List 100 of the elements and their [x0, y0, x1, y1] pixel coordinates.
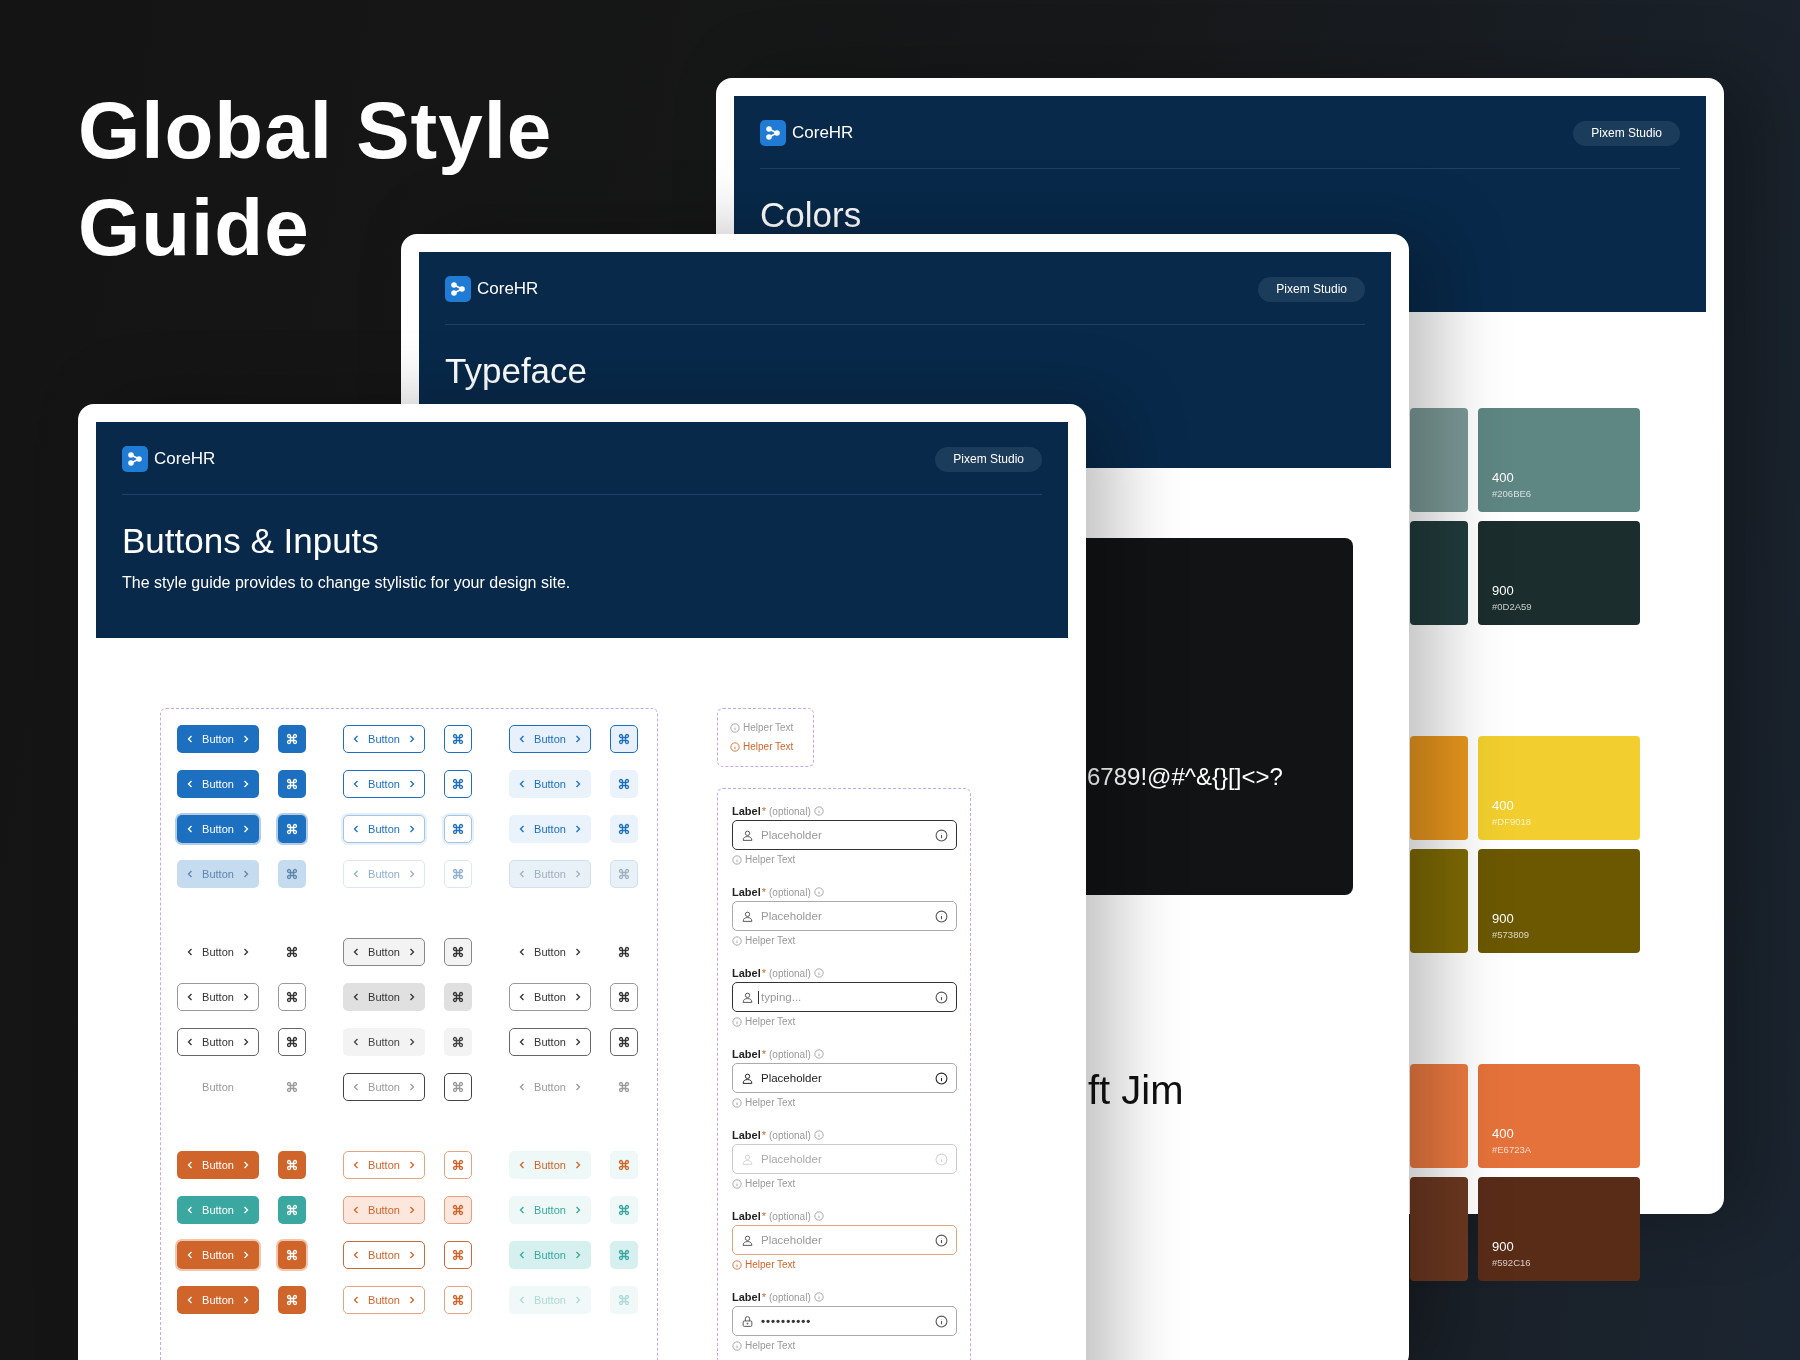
optional-hint: (optional) [769, 967, 811, 979]
chevron-right-icon [573, 870, 582, 878]
button[interactable]: Button [177, 815, 259, 843]
input-field[interactable]: Placeholder [732, 1063, 957, 1093]
chevron-left-icon [352, 948, 361, 956]
button[interactable]: Button [177, 1241, 259, 1269]
info-icon [935, 909, 948, 923]
button[interactable]: Button [343, 1241, 425, 1269]
chevron-right-icon [573, 780, 582, 788]
command-icon [286, 1036, 298, 1048]
page-title: Typeface [445, 350, 589, 392]
command-icon [618, 1204, 630, 1216]
chevron-left-icon [518, 1161, 527, 1169]
brand-name: CoreHR [477, 279, 539, 299]
button[interactable]: Button [509, 1196, 591, 1224]
command-icon [286, 991, 298, 1003]
icon-button[interactable] [444, 983, 472, 1011]
input-field[interactable]: Placeholder [732, 901, 957, 931]
info-icon [730, 742, 740, 752]
button[interactable]: Button [177, 1196, 259, 1224]
chevron-right-icon [573, 1161, 582, 1169]
input-field[interactable]: Placeholder [732, 820, 957, 850]
command-icon [286, 1159, 298, 1171]
chevron-right-icon [407, 948, 416, 956]
swatch-hex: #573809 [1492, 929, 1530, 940]
button[interactable]: Button [343, 1028, 425, 1056]
button[interactable]: Button [177, 725, 259, 753]
optional-hint: (optional) [769, 805, 811, 817]
info-icon [935, 1233, 948, 1247]
button[interactable]: Button [509, 725, 591, 753]
chevron-right-icon [241, 1161, 250, 1169]
required-mark: * [761, 1048, 766, 1060]
button[interactable]: Button [343, 938, 425, 966]
command-icon [286, 868, 298, 880]
chevron-left-icon [186, 1161, 195, 1169]
field-label: Label [732, 1129, 761, 1141]
swatch-shade: 400 [1492, 1126, 1515, 1141]
command-icon [618, 1081, 630, 1093]
chevron-left-icon [352, 1161, 361, 1169]
button[interactable]: Button [343, 1151, 425, 1179]
chevron-right-icon [573, 1038, 582, 1046]
button[interactable]: Button [177, 1151, 259, 1179]
button[interactable]: Button [343, 725, 425, 753]
logo-icon [122, 446, 148, 472]
input-field[interactable]: Placeholder [732, 1225, 957, 1255]
field-label: Label [732, 805, 761, 817]
brand-name: CoreHR [154, 449, 216, 469]
chevron-left-icon [186, 948, 195, 956]
icon-button[interactable] [610, 983, 638, 1011]
chevron-left-icon [518, 1251, 527, 1259]
icon-button[interactable] [444, 1028, 472, 1056]
swatch-shade: 900 [1492, 1239, 1515, 1254]
button[interactable]: Button [509, 815, 591, 843]
icon-button[interactable] [610, 1028, 638, 1056]
swatch-hex: #0D2A59 [1492, 601, 1533, 612]
field-label: Label [732, 967, 761, 979]
command-icon [286, 946, 298, 958]
chevron-right-icon [407, 780, 416, 788]
command-icon [618, 778, 630, 790]
button[interactable]: Button [343, 1286, 425, 1314]
input-field[interactable]: •••••••••• [732, 1306, 957, 1336]
page-description: The style guide provides to change stylistic for your design site. [122, 573, 572, 593]
button[interactable]: Button [509, 1151, 591, 1179]
helper-text: Helper Text [745, 1178, 796, 1190]
command-icon [452, 1036, 464, 1048]
studio-badge: Pixem Studio [1258, 276, 1365, 302]
button[interactable]: Button [177, 770, 259, 798]
helper-text: Helper Text [745, 1016, 796, 1028]
button[interactable]: Button [343, 1196, 425, 1224]
button[interactable]: Button [509, 1028, 591, 1056]
input-field[interactable]: typing... [732, 982, 957, 1012]
chevron-left-icon [186, 1296, 195, 1304]
info-icon [732, 936, 742, 946]
command-icon [452, 946, 464, 958]
chevron-right-icon [573, 1206, 582, 1214]
icon-button[interactable] [278, 1028, 306, 1056]
info-icon [732, 1179, 742, 1189]
button[interactable]: Button [509, 983, 591, 1011]
button[interactable]: Button [343, 983, 425, 1011]
required-mark: * [761, 1129, 766, 1141]
button[interactable]: Button [177, 1028, 259, 1056]
button[interactable]: Button [177, 938, 259, 966]
command-icon [286, 1294, 298, 1306]
button[interactable]: Button [177, 1286, 259, 1314]
chevron-right-icon [241, 735, 250, 743]
chevron-right-icon [241, 1251, 250, 1259]
icon-button[interactable] [444, 938, 472, 966]
button[interactable]: Button [509, 938, 591, 966]
chevron-left-icon [186, 1038, 195, 1046]
button[interactable]: Button [509, 770, 591, 798]
chevron-right-icon [407, 1083, 416, 1091]
field-label: Label [732, 1291, 761, 1303]
chevron-left-icon [518, 948, 527, 956]
button[interactable]: Button [177, 983, 259, 1011]
button[interactable]: Button [343, 815, 425, 843]
button[interactable]: Button [509, 1241, 591, 1269]
info-icon [732, 855, 742, 865]
icon-button[interactable] [278, 983, 306, 1011]
button[interactable]: Button [343, 770, 425, 798]
swatch-hex: #592C16 [1492, 1257, 1532, 1268]
